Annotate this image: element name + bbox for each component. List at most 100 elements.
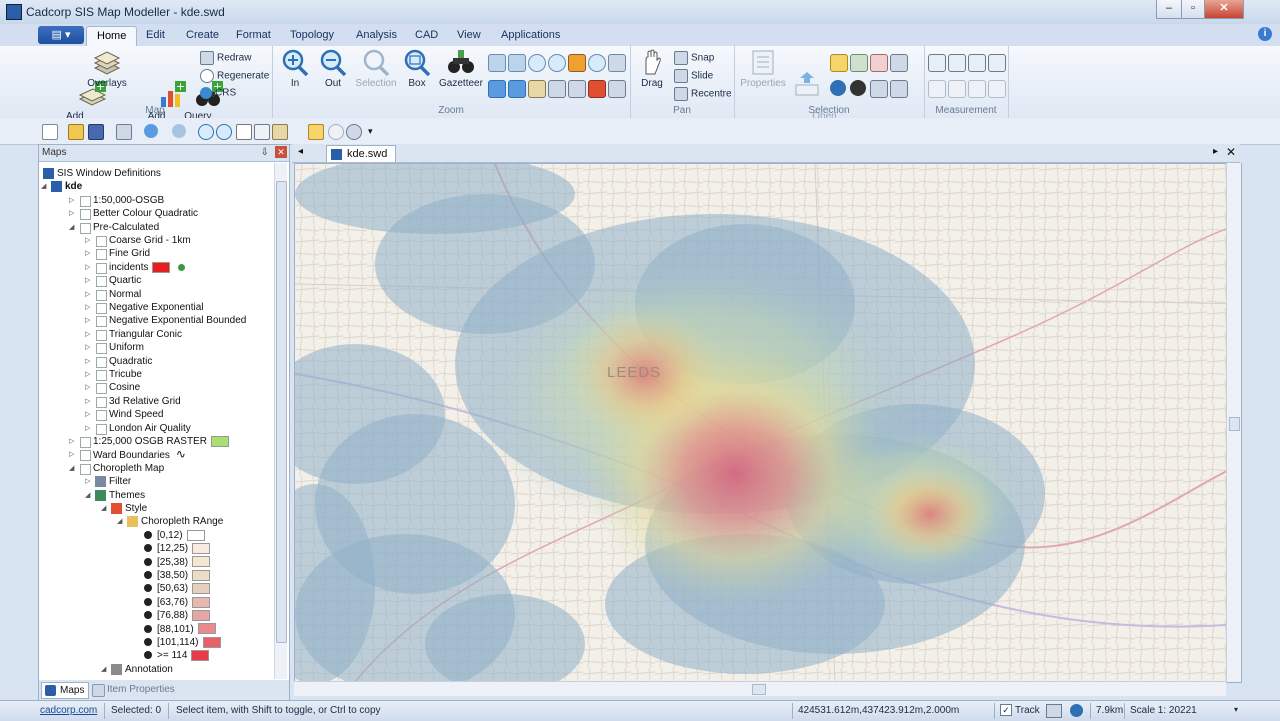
tree-expander-icon[interactable]: ▷	[85, 341, 90, 354]
layer-visibility-checkbox[interactable]	[80, 222, 91, 234]
layer-visibility-checkbox[interactable]	[96, 383, 107, 395]
tree-expander-icon[interactable]: ▷	[85, 381, 90, 394]
scale-dropdown-icon[interactable]: ▾	[1234, 705, 1238, 714]
select-group-icon[interactable]	[870, 80, 888, 98]
print-icon[interactable]	[116, 124, 132, 140]
tree-node-label[interactable]: Cosine	[109, 381, 140, 394]
drag-button[interactable]: Drag	[634, 48, 670, 89]
tree-expander-icon[interactable]: ▷	[85, 301, 90, 314]
crs-button[interactable]: CRS	[200, 87, 236, 99]
tree-expander-icon[interactable]: ◢	[69, 462, 74, 475]
layer-visibility-checkbox[interactable]	[96, 236, 107, 247]
tree-expander-icon[interactable]: ▷	[69, 194, 74, 207]
tree-expander-icon[interactable]: ▷	[85, 328, 90, 341]
tree-node-label[interactable]: incidents	[109, 261, 186, 274]
measure-angle-icon[interactable]	[968, 54, 986, 72]
zoom-tool-icon[interactable]	[608, 54, 626, 72]
tree-expander-icon[interactable]: ▷	[85, 261, 90, 274]
select-add-icon[interactable]	[870, 54, 888, 72]
layer-visibility-checkbox[interactable]	[96, 303, 107, 314]
kde-heatmap[interactable]	[295, 164, 1241, 682]
tree-expander-icon[interactable]: ▷	[85, 368, 90, 381]
measure-bearing-icon[interactable]	[988, 54, 1006, 72]
tree-node-label[interactable]: Fine Grid	[109, 247, 150, 260]
measure-clear-icon[interactable]	[928, 80, 946, 98]
tab-applications[interactable]: Applications	[491, 26, 570, 45]
layer-visibility-checkbox[interactable]	[96, 316, 107, 328]
tab-view[interactable]: View	[447, 26, 491, 45]
help-icon[interactable]: i	[1258, 27, 1272, 41]
forward-arrow-icon[interactable]	[508, 80, 526, 98]
tree-expander-icon[interactable]: ▷	[85, 395, 90, 408]
map-vertical-scrollbar[interactable]	[1226, 163, 1241, 681]
zoom-next-icon[interactable]	[548, 54, 566, 72]
tree-expander-icon[interactable]: ▷	[69, 448, 74, 461]
tab-format[interactable]: Format	[226, 26, 281, 45]
tree-node-label[interactable]: Annotation	[125, 663, 173, 676]
toolbar-home-icon[interactable]	[272, 124, 288, 140]
gazetteer-button[interactable]: Gazetteer	[438, 48, 484, 89]
toolbar-customize-icon[interactable]: ▾	[368, 124, 382, 138]
map-vscroll-thumb[interactable]	[1229, 417, 1240, 431]
tree-node-label[interactable]: Negative Exponential Bounded	[109, 314, 246, 327]
tree-expander-icon[interactable]: ◢	[101, 663, 106, 676]
track-checkbox[interactable]: ✓	[1000, 704, 1012, 716]
layer-visibility-checkbox[interactable]	[96, 396, 107, 408]
tree-node-label[interactable]: 1:50,000-OSGB	[93, 194, 164, 207]
measure-distance-icon[interactable]	[928, 54, 946, 72]
panel-scroll-thumb[interactable]	[276, 181, 287, 643]
tree-expander-icon[interactable]: ▷	[69, 207, 74, 220]
cadcorp-link[interactable]: cadcorp.com	[40, 705, 97, 716]
tree-expander-icon[interactable]: ▷	[85, 314, 90, 327]
layer-visibility-checkbox[interactable]	[96, 262, 107, 274]
maximize-button[interactable]: ▫	[1181, 0, 1205, 19]
panel-close-icon[interactable]: ✕	[275, 146, 287, 158]
slide-button[interactable]: Slide	[674, 69, 713, 83]
tree-node-label[interactable]: 1:25,000 OSGB RASTER	[93, 435, 229, 448]
toolbar-search-icon[interactable]	[328, 124, 344, 140]
info-icon[interactable]	[830, 80, 846, 96]
minimize-button[interactable]: –	[1156, 0, 1182, 19]
zoom-selection-button[interactable]: Selection	[354, 48, 398, 89]
tree-expander-icon[interactable]: ◢	[85, 489, 90, 502]
choropleth-range-item[interactable]: [0,12)	[157, 529, 205, 542]
zoom-in-button[interactable]: In	[278, 48, 312, 89]
doc-close-icon[interactable]: ✕	[1226, 145, 1236, 159]
tree-expander-icon[interactable]: ▷	[85, 288, 90, 301]
toolbar-zoom-in-icon[interactable]	[198, 124, 214, 140]
tree-expander-icon[interactable]: ▷	[85, 274, 90, 287]
tree-expander-icon[interactable]: ▷	[85, 234, 90, 247]
overlays-button[interactable]: Overlays	[86, 48, 128, 89]
tree-node-label[interactable]: Negative Exponential	[109, 301, 204, 314]
layer-visibility-checkbox[interactable]	[80, 463, 91, 475]
tree-expander-icon[interactable]: ▷	[85, 247, 90, 260]
redraw-button[interactable]: Redraw	[200, 51, 251, 65]
tree-node-label[interactable]: Coarse Grid - 1km	[109, 234, 191, 247]
choropleth-range-item[interactable]: >= 114	[157, 649, 210, 662]
close-window-button[interactable]: ✕	[1204, 0, 1244, 19]
snap-button[interactable]: Snap	[674, 51, 714, 65]
map-canvas[interactable]: LEEDS	[294, 163, 1242, 683]
zoom-layer-icon[interactable]	[568, 54, 586, 72]
tree-node-label[interactable]: Tricube	[109, 368, 142, 381]
scale-readout[interactable]: Scale 1: 20221	[1130, 705, 1197, 716]
layer-visibility-checkbox[interactable]	[96, 329, 107, 341]
undo-icon[interactable]	[144, 124, 158, 138]
tree-node-label[interactable]: Style	[125, 502, 147, 515]
tab-create[interactable]: Create	[176, 26, 229, 45]
new-file-icon[interactable]	[42, 124, 58, 140]
tree-node-label[interactable]: kde	[65, 180, 82, 193]
layer-visibility-checkbox[interactable]	[96, 343, 107, 355]
application-menu-button[interactable]: ▤ ▾	[38, 26, 84, 44]
pin-icon[interactable]: ⇩	[261, 147, 269, 158]
choropleth-range-item[interactable]: [76,88)	[157, 609, 211, 622]
choropleth-range-item[interactable]: [88,101)	[157, 623, 216, 636]
zoom-box-button[interactable]: Box	[400, 48, 434, 89]
tree-node-label[interactable]: London Air Quality	[109, 422, 191, 435]
choropleth-range-item[interactable]: [63,76)	[157, 596, 211, 609]
measure-area-icon[interactable]	[948, 54, 966, 72]
back-arrow-icon[interactable]	[488, 80, 506, 98]
tree-node-label[interactable]: Choropleth Map	[93, 462, 164, 475]
tab-analysis[interactable]: Analysis	[346, 26, 407, 45]
tree-node-label[interactable]: Uniform	[109, 341, 144, 354]
